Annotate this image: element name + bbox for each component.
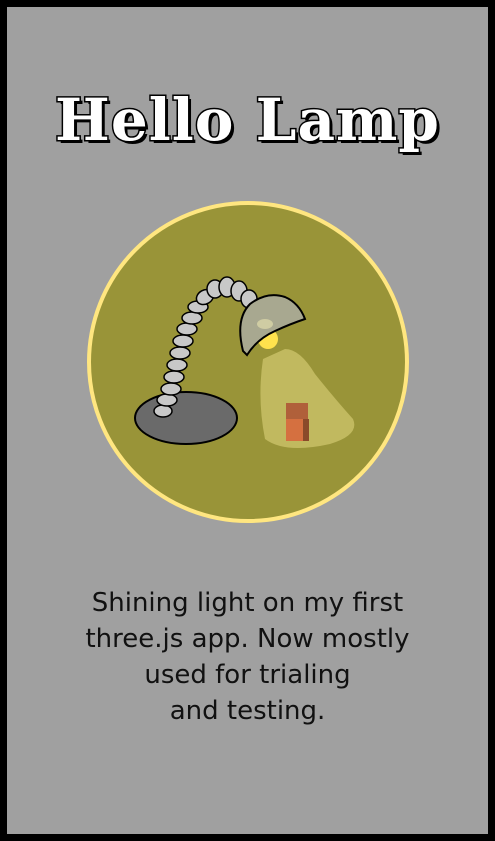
- description-line: three.js app. Now mostly: [85, 624, 410, 654]
- illustration-circle: [87, 201, 409, 523]
- app-title: Hello Lamp: [54, 85, 441, 156]
- desk-lamp-illustration: [87, 201, 409, 523]
- description-line: and testing.: [169, 696, 326, 726]
- description-line: Shining light on my first: [91, 588, 404, 618]
- app-card[interactable]: Hello Lamp Shining light on my first thr…: [7, 7, 488, 834]
- box-object: [286, 403, 309, 441]
- app-description: Shining light on my first three.js app. …: [27, 585, 468, 729]
- lamp-base: [134, 391, 238, 445]
- description-line: used for trialing: [144, 660, 351, 690]
